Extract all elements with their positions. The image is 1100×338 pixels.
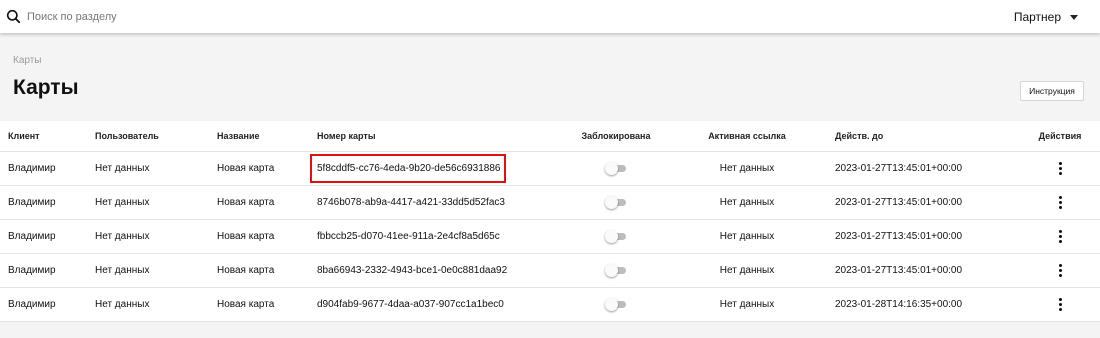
top-bar: Партнер <box>0 0 1100 33</box>
toggle-knob <box>605 264 618 277</box>
cell-name: Новая карта <box>217 163 275 174</box>
cards-table: Клиент Пользователь Название Номер карты… <box>0 121 1100 322</box>
cell-active-link: Нет данных <box>719 163 775 174</box>
cell-name: Новая карта <box>217 299 275 310</box>
cell-client: Владимир <box>8 265 56 276</box>
cell-client: Владимир <box>8 231 56 242</box>
column-header-client: Клиент <box>8 131 40 141</box>
table-row: Владимир Нет данных Новая карта 8ba66943… <box>0 254 1100 288</box>
table-row: Владимир Нет данных Новая карта fbbccb25… <box>0 220 1100 254</box>
more-vertical-icon[interactable] <box>1055 263 1065 279</box>
cell-user: Нет данных <box>95 265 150 276</box>
instruction-button[interactable]: Инструкция <box>1020 81 1084 101</box>
cell-user: Нет данных <box>95 163 150 174</box>
search-bar <box>6 0 406 33</box>
cell-actions <box>1022 254 1098 287</box>
page-title: Карты <box>13 76 79 99</box>
cell-active-link: Нет данных <box>719 299 775 310</box>
cell-card-number: 8ba66943-2332-4943-bce1-0e0c881daa92 <box>317 265 508 276</box>
cell-name: Новая карта <box>217 197 275 208</box>
cell-name: Новая карта <box>217 231 275 242</box>
cell-valid-until: 2023-01-27T13:45:01+00:00 <box>835 231 963 242</box>
toggle-knob <box>605 298 618 311</box>
more-vertical-icon[interactable] <box>1055 229 1065 245</box>
column-header-active-link: Активная ссылка <box>708 131 786 141</box>
column-header-actions: Действия <box>1038 131 1082 141</box>
cell-blocked <box>556 288 676 321</box>
cell-user: Нет данных <box>95 231 150 242</box>
blocked-toggle[interactable] <box>605 298 626 311</box>
cell-actions <box>1022 152 1098 185</box>
more-vertical-icon[interactable] <box>1055 161 1065 177</box>
cell-actions <box>1022 220 1098 253</box>
cell-client: Владимир <box>8 163 56 174</box>
breadcrumb[interactable]: Карты <box>13 55 42 66</box>
cell-blocked <box>556 220 676 253</box>
cell-card-number: 5f8cddf5-cc76-4eda-9b20-de56c6931886 <box>317 163 501 174</box>
cell-user: Нет данных <box>95 299 150 310</box>
table-header-row: Клиент Пользователь Название Номер карты… <box>0 121 1100 152</box>
cell-blocked <box>556 254 676 287</box>
blocked-toggle[interactable] <box>605 162 626 175</box>
column-header-blocked: Заблокирована <box>581 131 651 141</box>
blocked-toggle[interactable] <box>605 264 626 277</box>
search-input[interactable] <box>27 10 327 23</box>
cell-client: Владимир <box>8 197 56 208</box>
cell-blocked <box>556 152 676 185</box>
table-row: Владимир Нет данных Новая карта 5f8cddf5… <box>0 152 1100 186</box>
cell-active-link: Нет данных <box>719 197 775 208</box>
toggle-knob <box>605 196 618 209</box>
cell-actions <box>1022 288 1098 321</box>
cell-name: Новая карта <box>217 265 275 276</box>
cell-actions <box>1022 186 1098 219</box>
blocked-toggle[interactable] <box>605 196 626 209</box>
cell-card-number: 8746b078-ab9a-4417-a421-33dd5d52fac3 <box>317 197 505 208</box>
column-header-card-number: Номер карты <box>317 131 376 141</box>
cell-valid-until: 2023-01-28T14:16:35+00:00 <box>835 299 963 310</box>
column-header-user: Пользователь <box>95 131 159 141</box>
cell-active-link: Нет данных <box>719 231 775 242</box>
column-header-name: Название <box>217 131 260 141</box>
cell-user: Нет данных <box>95 197 150 208</box>
cell-client: Владимир <box>8 299 56 310</box>
table-row: Владимир Нет данных Новая карта 8746b078… <box>0 186 1100 220</box>
cell-active-link: Нет данных <box>719 265 775 276</box>
search-icon[interactable] <box>6 9 21 24</box>
partner-dropdown[interactable]: Партнер <box>1014 0 1078 33</box>
cell-blocked <box>556 186 676 219</box>
cell-valid-until: 2023-01-27T13:45:01+00:00 <box>835 197 963 208</box>
more-vertical-icon[interactable] <box>1055 195 1065 211</box>
blocked-toggle[interactable] <box>605 230 626 243</box>
toggle-knob <box>605 162 618 175</box>
partner-label: Партнер <box>1013 9 1061 24</box>
column-header-valid-until: Действ. до <box>835 131 884 141</box>
chevron-down-icon <box>1070 14 1078 20</box>
cell-card-number: d904fab9-9677-4daa-a037-907cc1a1bec0 <box>317 299 504 310</box>
cell-valid-until: 2023-01-27T13:45:01+00:00 <box>835 163 963 174</box>
cell-valid-until: 2023-01-27T13:45:01+00:00 <box>835 265 963 276</box>
table-row: Владимир Нет данных Новая карта d904fab9… <box>0 288 1100 322</box>
more-vertical-icon[interactable] <box>1055 297 1065 313</box>
cell-card-number: fbbccb25-d070-41ee-911a-2e4cf8a5d65c <box>317 231 500 242</box>
toggle-knob <box>605 230 618 243</box>
